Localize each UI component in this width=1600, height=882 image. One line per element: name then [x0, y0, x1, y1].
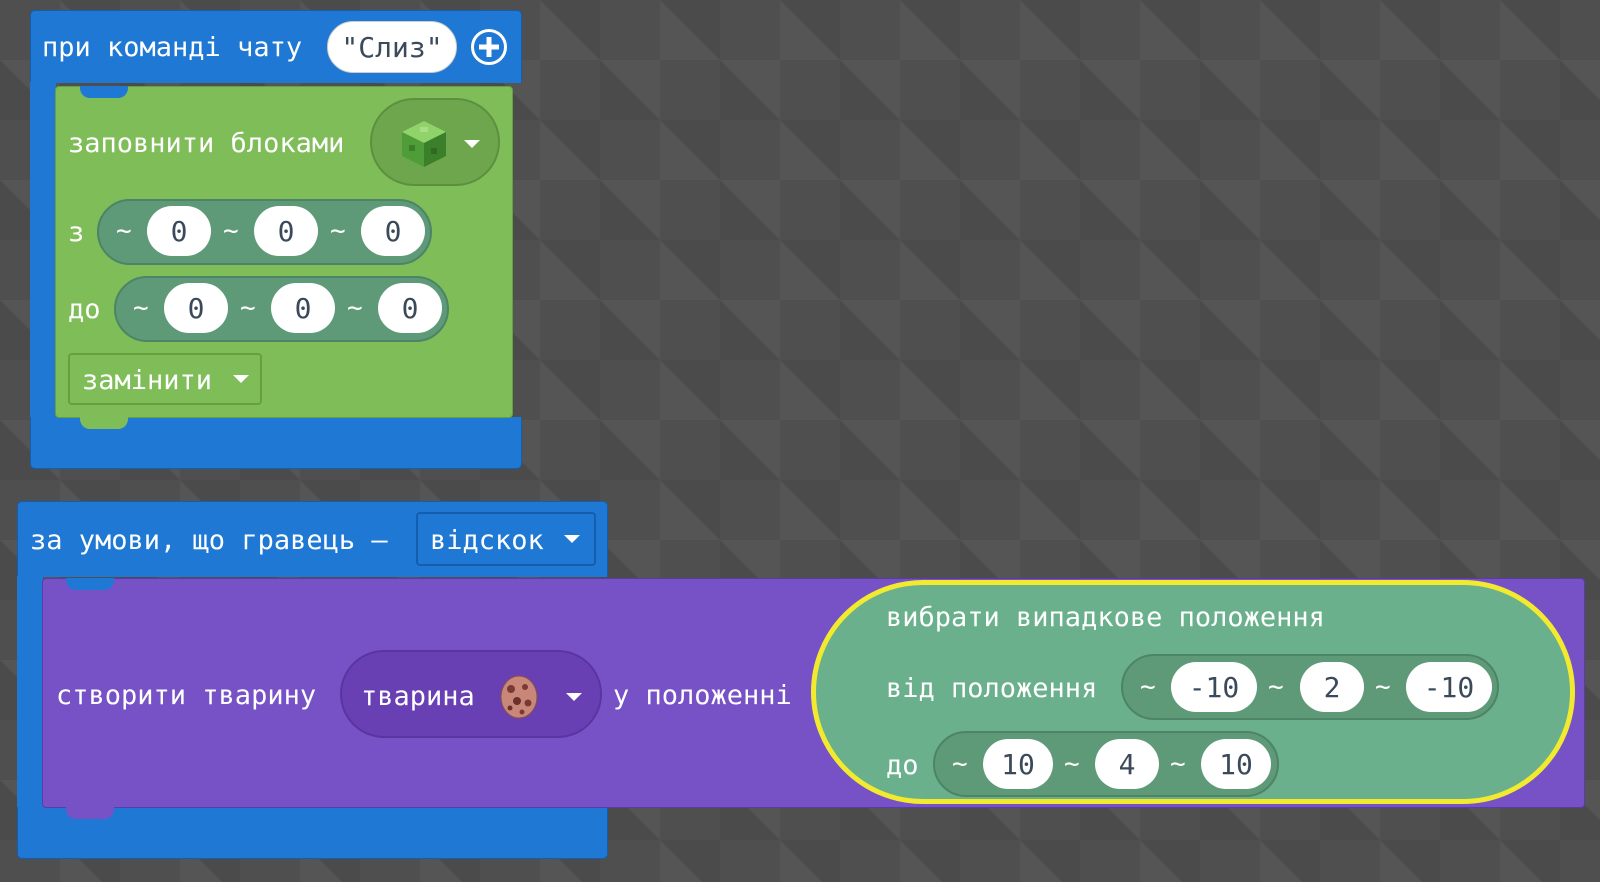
block-type-dropdown[interactable]	[370, 98, 500, 186]
tilde-icon: ~	[1375, 672, 1391, 702]
condition-dropdown[interactable]: відскок	[416, 512, 596, 566]
to-x-input[interactable]: 0	[164, 283, 228, 333]
tilde-icon: ~	[1140, 672, 1156, 702]
tilde-icon: ~	[116, 216, 132, 246]
chevron-down-icon	[464, 140, 480, 148]
random-position-title: вибрати випадкове положення	[886, 602, 1325, 633]
spawn-block-bottom-notch	[66, 807, 114, 819]
tilde-icon: ~	[1064, 749, 1080, 779]
from-x-input[interactable]: 0	[147, 206, 211, 256]
random-to-z-input[interactable]: 10	[1201, 739, 1271, 789]
random-to-x-input[interactable]: 10	[983, 739, 1053, 789]
tilde-icon: ~	[240, 293, 256, 323]
tilde-icon: ~	[347, 293, 363, 323]
spawn-block-top-notch	[66, 578, 114, 590]
from-label: з	[68, 217, 85, 248]
random-to-label: до	[886, 750, 919, 781]
condition-label: за умови, що гравець —	[30, 525, 388, 556]
tilde-icon: ~	[1268, 672, 1284, 702]
fill-label: заповнити блоками	[68, 128, 345, 159]
tilde-icon: ~	[952, 749, 968, 779]
random-to-y-input[interactable]: 4	[1095, 739, 1159, 789]
to-z-input[interactable]: 0	[378, 283, 442, 333]
fill-block-bottom-notch	[80, 417, 128, 429]
chat-command-value: "Слиз"	[341, 30, 443, 64]
from-z-input[interactable]: 0	[361, 206, 425, 256]
fill-block-top-notch	[80, 86, 128, 98]
chevron-down-icon	[566, 693, 582, 701]
chat-command-block-arm	[30, 82, 56, 420]
fill-mode-value: замінити	[82, 365, 213, 396]
condition-block-arm	[17, 576, 43, 810]
spawn-label: створити тварину	[56, 680, 317, 711]
condition-value: відскок	[430, 525, 544, 556]
tilde-icon: ~	[330, 216, 346, 246]
random-from-label: від положення	[886, 673, 1098, 704]
position-label: у положенні	[613, 680, 792, 711]
random-from-x-input[interactable]: -10	[1171, 662, 1257, 712]
random-from-z-input[interactable]: -10	[1406, 662, 1492, 712]
chevron-down-icon	[233, 375, 249, 383]
tilde-icon: ~	[133, 293, 149, 323]
chevron-down-icon	[564, 535, 580, 543]
spawn-egg-icon	[497, 673, 541, 719]
slime-block-icon	[398, 118, 450, 170]
tilde-icon: ~	[1170, 749, 1186, 779]
tilde-icon: ~	[223, 216, 239, 246]
to-label: до	[68, 294, 101, 325]
to-y-input[interactable]: 0	[271, 283, 335, 333]
animal-dropdown[interactable]: тварина	[340, 650, 602, 738]
plus-circle-icon[interactable]	[470, 28, 508, 66]
chat-command-label: при команді чату	[42, 32, 303, 63]
animal-value: тварина	[361, 681, 475, 712]
random-from-y-input[interactable]: 2	[1300, 662, 1364, 712]
fill-mode-dropdown[interactable]: замінити	[68, 353, 262, 405]
chat-command-input[interactable]: "Слиз"	[327, 21, 457, 73]
from-y-input[interactable]: 0	[254, 206, 318, 256]
